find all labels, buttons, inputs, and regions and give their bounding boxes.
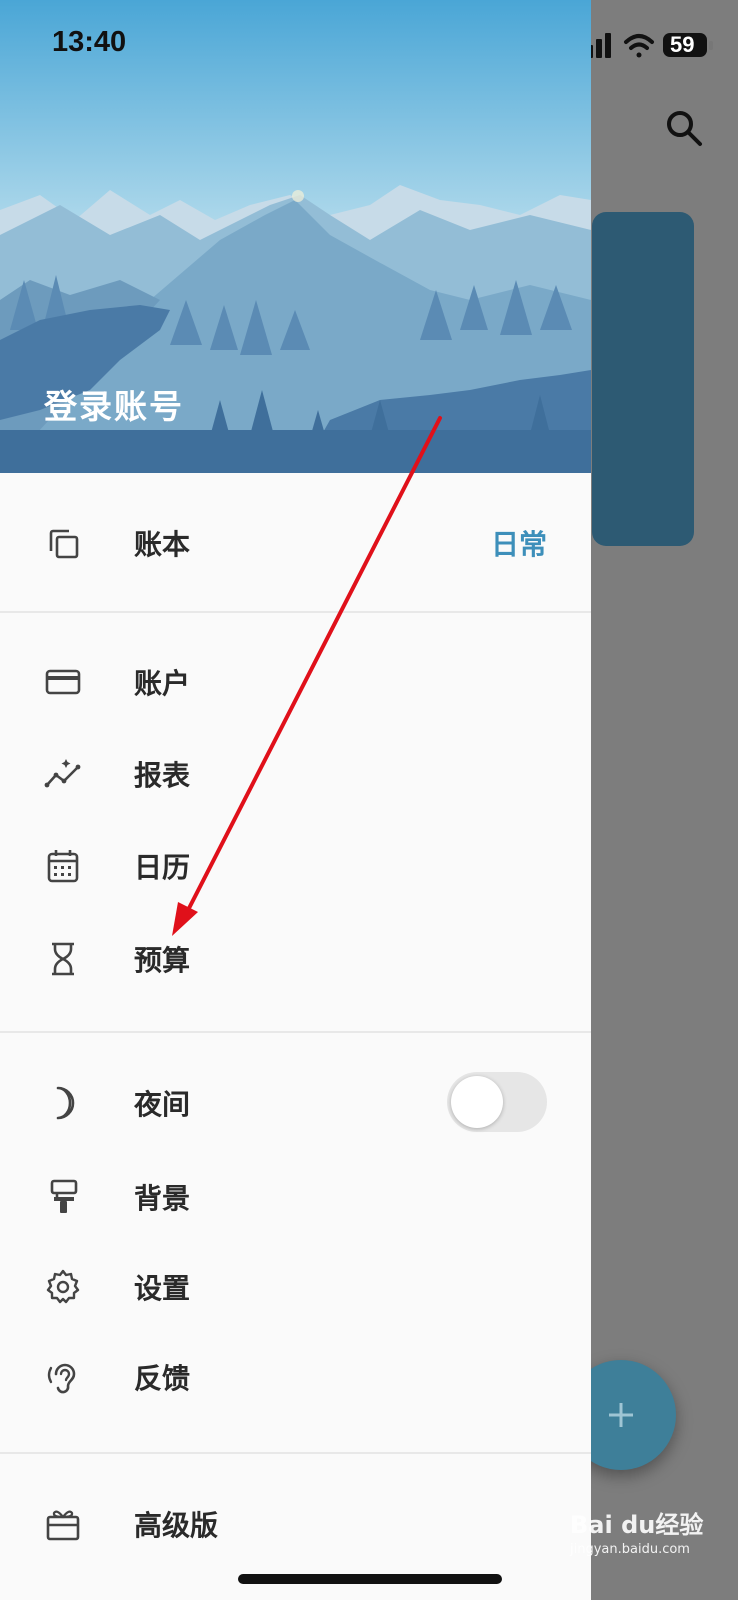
home-indicator[interactable] xyxy=(238,1574,502,1584)
menu-item-label: 账本 xyxy=(134,528,191,561)
watermark-brand: Bai du经验 xyxy=(570,1511,704,1539)
menu-item-premium[interactable]: 高级版 xyxy=(0,1487,591,1559)
menu-item-settings[interactable]: 设置 xyxy=(0,1250,591,1322)
gear-icon xyxy=(46,1269,80,1304)
status-indicators: 59 xyxy=(578,30,728,62)
menu-item-label: 高级版 xyxy=(134,1509,219,1542)
menu-item-background[interactable]: 背景 xyxy=(0,1160,591,1232)
chart-icon xyxy=(44,759,81,788)
menu-item-label: 夜间 xyxy=(134,1088,191,1121)
gift-icon xyxy=(46,1510,80,1541)
baidu-watermark: Bai du经验 jingyan.baidu.com xyxy=(570,1505,703,1557)
menu-item-label: 反馈 xyxy=(134,1362,191,1395)
toggle-knob xyxy=(451,1076,503,1128)
battery-level: 59 xyxy=(670,32,695,57)
navigation-drawer: 13:40 登录账号 账本 日常 账户 报表 日历 预算 夜间 背景 设置 反馈… xyxy=(0,0,591,1600)
calendar-icon xyxy=(47,850,79,883)
menu-item-label: 预算 xyxy=(134,944,191,977)
night-mode-toggle[interactable] xyxy=(447,1072,547,1132)
current-book-value: 日常 xyxy=(490,528,547,561)
drawer-header: 13:40 登录账号 xyxy=(0,0,591,473)
ear-icon xyxy=(47,1363,76,1394)
plus-icon xyxy=(609,1403,633,1427)
status-time: 13:40 xyxy=(52,26,127,58)
card-icon xyxy=(45,669,81,695)
paint-roller-icon xyxy=(50,1179,78,1213)
login-account-link[interactable]: 登录账号 xyxy=(44,380,184,428)
menu-item-budget[interactable]: 预算 xyxy=(0,922,591,994)
divider xyxy=(0,611,591,613)
wifi-icon xyxy=(624,34,654,58)
divider xyxy=(0,1452,591,1454)
menu-item-calendar[interactable]: 日历 xyxy=(0,829,591,901)
background-card xyxy=(592,212,694,546)
menu-item-label: 账户 xyxy=(134,667,191,700)
moon-icon xyxy=(56,1086,75,1120)
search-icon[interactable] xyxy=(664,108,704,148)
menu-item-feedback[interactable]: 反馈 xyxy=(0,1340,591,1412)
menu-item-label: 设置 xyxy=(134,1272,191,1305)
hourglass-icon xyxy=(52,942,74,976)
menu-item-accounts[interactable]: 账户 xyxy=(0,645,591,717)
copy-icon xyxy=(49,529,79,559)
menu-item-label: 日历 xyxy=(134,851,191,884)
menu-item-label: 报表 xyxy=(134,759,191,792)
menu-item-reports[interactable]: 报表 xyxy=(0,737,591,809)
divider xyxy=(0,1031,591,1033)
menu-item-book[interactable]: 账本 日常 xyxy=(0,506,591,578)
menu-item-label: 背景 xyxy=(134,1182,191,1215)
watermark-url: jingyan.baidu.com xyxy=(570,1542,690,1557)
